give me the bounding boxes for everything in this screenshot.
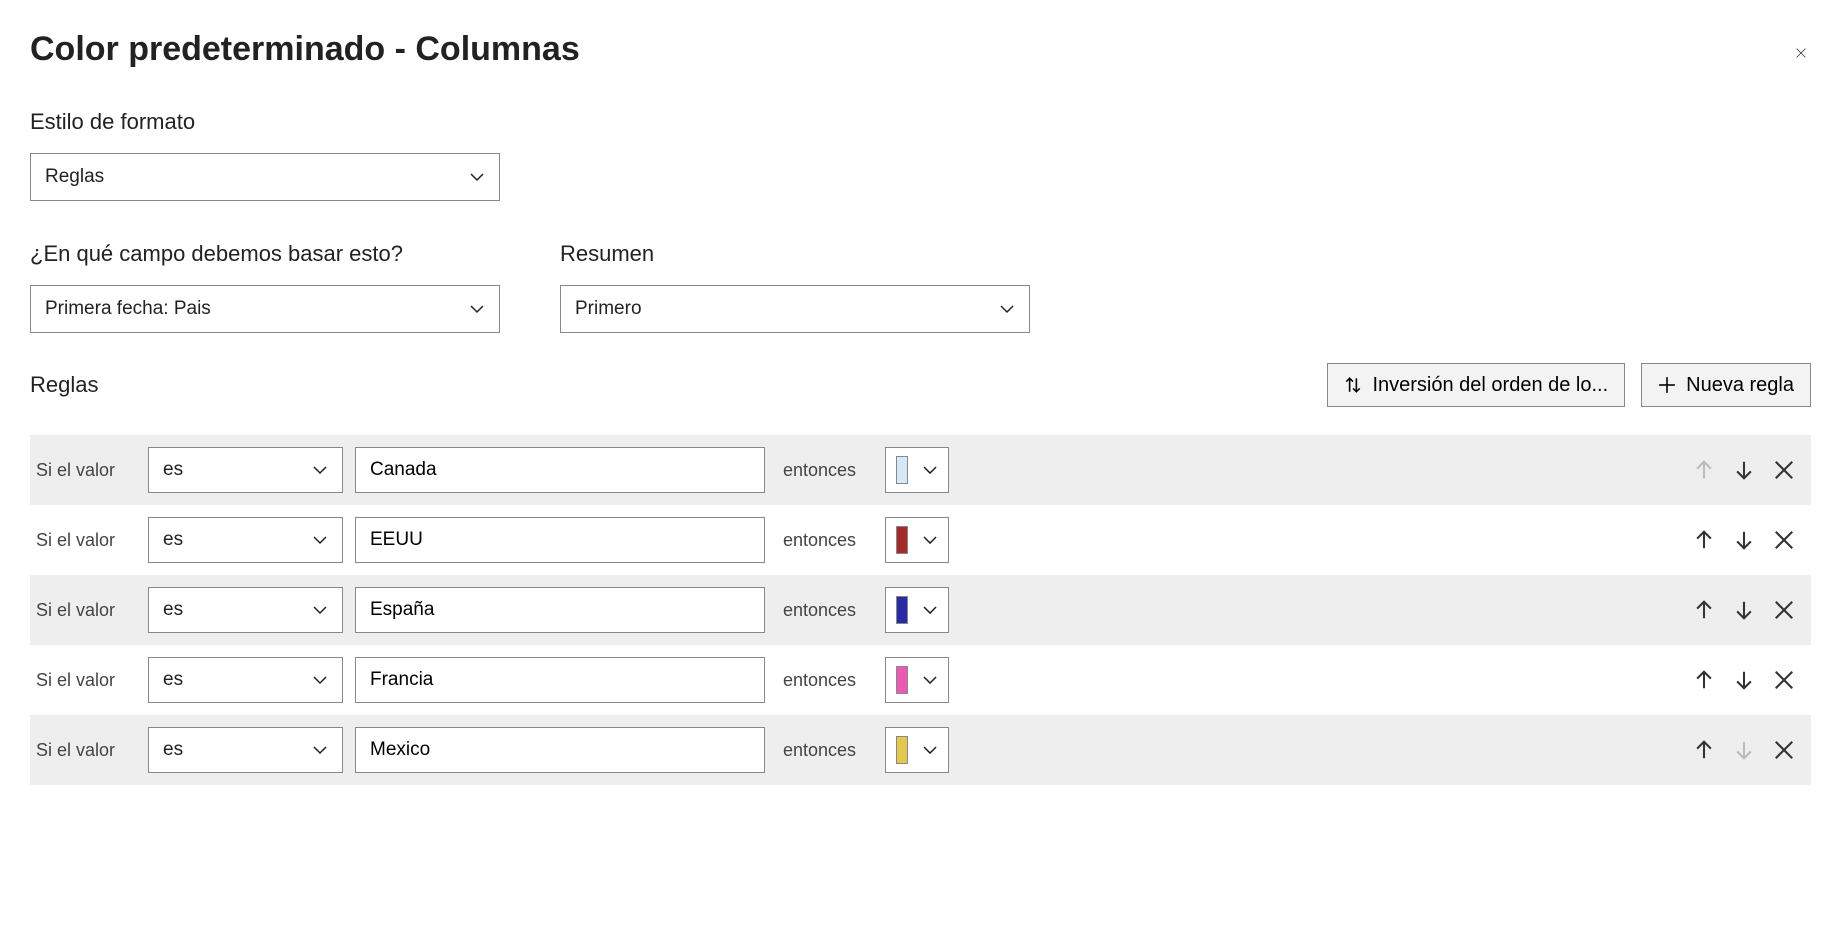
then-label: entonces	[783, 600, 873, 621]
value-input[interactable]	[355, 587, 765, 633]
chevron-down-icon	[922, 532, 938, 548]
chevron-down-icon	[469, 301, 485, 317]
dialog-title: Color predeterminado - Columnas	[30, 30, 580, 69]
chevron-down-icon	[922, 672, 938, 688]
color-swatch	[896, 456, 908, 484]
operator-select[interactable]: es	[148, 727, 343, 773]
delete-icon[interactable]	[1773, 529, 1795, 551]
color-select[interactable]	[885, 727, 949, 773]
reverse-order-label: Inversión del orden de lo...	[1372, 374, 1608, 397]
color-select[interactable]	[885, 517, 949, 563]
new-rule-button[interactable]: Nueva regla	[1641, 363, 1811, 407]
move-down-icon[interactable]	[1733, 529, 1755, 551]
color-swatch	[896, 596, 908, 624]
move-up-icon	[1693, 459, 1715, 481]
chevron-down-icon	[312, 462, 328, 478]
move-down-icon	[1733, 739, 1755, 761]
summary-select[interactable]: Primero	[560, 285, 1030, 333]
based-on-value: Primera fecha: Pais	[45, 298, 211, 320]
operator-value: es	[163, 739, 183, 761]
chevron-down-icon	[312, 742, 328, 758]
if-label: Si el valor	[36, 740, 136, 761]
delete-icon[interactable]	[1773, 599, 1795, 621]
based-on-label: ¿En qué campo debemos basar esto?	[30, 241, 500, 267]
operator-select[interactable]: es	[148, 587, 343, 633]
then-label: entonces	[783, 530, 873, 551]
then-label: entonces	[783, 460, 873, 481]
chevron-down-icon	[922, 602, 938, 618]
delete-icon[interactable]	[1773, 459, 1795, 481]
if-label: Si el valor	[36, 530, 136, 551]
delete-icon[interactable]	[1773, 669, 1795, 691]
color-swatch	[896, 666, 908, 694]
based-on-select[interactable]: Primera fecha: Pais	[30, 285, 500, 333]
if-label: Si el valor	[36, 460, 136, 481]
operator-select[interactable]: es	[148, 657, 343, 703]
chevron-down-icon	[922, 462, 938, 478]
color-select[interactable]	[885, 587, 949, 633]
operator-value: es	[163, 669, 183, 691]
move-up-icon[interactable]	[1693, 739, 1715, 761]
new-rule-label: Nueva regla	[1686, 374, 1794, 397]
chevron-down-icon	[312, 532, 328, 548]
rule-row: Si el valor es entonces	[30, 575, 1811, 645]
operator-value: es	[163, 599, 183, 621]
operator-select[interactable]: es	[148, 447, 343, 493]
summary-field: Resumen Primero	[560, 241, 1030, 333]
then-label: entonces	[783, 670, 873, 691]
color-swatch	[896, 526, 908, 554]
move-down-icon[interactable]	[1733, 669, 1755, 691]
operator-select[interactable]: es	[148, 517, 343, 563]
rule-row: Si el valor es entonces	[30, 715, 1811, 785]
if-label: Si el valor	[36, 600, 136, 621]
rules-list: Si el valor es entonces Si el valor es entonc…	[30, 435, 1811, 785]
chevron-down-icon	[922, 742, 938, 758]
color-select[interactable]	[885, 447, 949, 493]
move-down-icon[interactable]	[1733, 599, 1755, 621]
chevron-down-icon	[999, 301, 1015, 317]
chevron-down-icon	[312, 672, 328, 688]
value-input[interactable]	[355, 727, 765, 773]
rule-row: Si el valor es entonces	[30, 505, 1811, 575]
operator-value: es	[163, 529, 183, 551]
based-on-field: ¿En qué campo debemos basar esto? Primer…	[30, 241, 500, 333]
summary-value: Primero	[575, 298, 642, 320]
rules-label: Reglas	[30, 372, 98, 398]
move-up-icon[interactable]	[1693, 599, 1715, 621]
format-style-value: Reglas	[45, 166, 104, 188]
then-label: entonces	[783, 740, 873, 761]
chevron-down-icon	[469, 169, 485, 185]
value-input[interactable]	[355, 657, 765, 703]
rule-row: Si el valor es entonces	[30, 645, 1811, 715]
format-style-select[interactable]: Reglas	[30, 153, 500, 201]
format-style-label: Estilo de formato	[30, 109, 1811, 135]
move-down-icon[interactable]	[1733, 459, 1755, 481]
move-up-icon[interactable]	[1693, 529, 1715, 551]
summary-label: Resumen	[560, 241, 1030, 267]
close-icon[interactable]	[1791, 40, 1811, 60]
operator-value: es	[163, 459, 183, 481]
color-select[interactable]	[885, 657, 949, 703]
dialog-header: Color predeterminado - Columnas	[30, 30, 1811, 69]
swap-icon	[1344, 376, 1362, 394]
plus-icon	[1658, 376, 1676, 394]
reverse-order-button[interactable]: Inversión del orden de lo...	[1327, 363, 1625, 407]
if-label: Si el valor	[36, 670, 136, 691]
value-input[interactable]	[355, 517, 765, 563]
chevron-down-icon	[312, 602, 328, 618]
value-input[interactable]	[355, 447, 765, 493]
move-up-icon[interactable]	[1693, 669, 1715, 691]
color-swatch	[896, 736, 908, 764]
rule-row: Si el valor es entonces	[30, 435, 1811, 505]
delete-icon[interactable]	[1773, 739, 1795, 761]
